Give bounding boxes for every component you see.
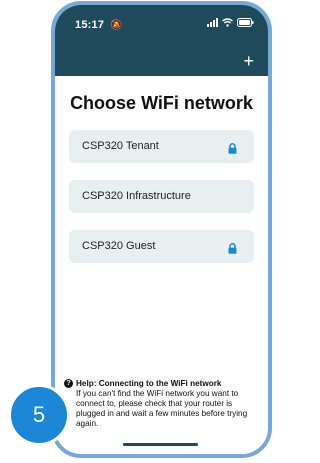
network-item-guest[interactable]: CSP320 Guest — [69, 230, 254, 263]
phone-frame: 15:17 🔕 + Choose WiFi network CSP320 Ten… — [51, 1, 272, 458]
network-item-tenant[interactable]: CSP320 Tenant — [69, 130, 254, 163]
lock-icon — [228, 141, 237, 159]
battery-icon — [237, 18, 254, 27]
add-network-button[interactable]: + — [243, 52, 254, 70]
help-body: If you can't find the WiFi network you w… — [76, 389, 248, 428]
step-number-badge: 5 — [8, 384, 70, 446]
network-list: CSP320 Tenant CSP320 Infrastructure CSP3… — [69, 130, 254, 280]
network-label: CSP320 Tenant — [82, 140, 159, 152]
status-bar-icons — [207, 18, 254, 27]
status-time-text: 15:17 — [75, 19, 105, 31]
help-section: ? Help: Connecting to the WiFi network I… — [64, 379, 256, 429]
help-title: Help: Connecting to the WiFi network — [76, 379, 222, 388]
page-title: Choose WiFi network — [70, 93, 253, 113]
app-header: 15:17 🔕 + — [55, 5, 268, 76]
home-indicator[interactable] — [123, 443, 198, 446]
bell-slash-icon: 🔕 — [110, 20, 124, 31]
cellular-signal-icon — [207, 18, 218, 27]
status-bar-time: 15:17 🔕 — [75, 19, 123, 31]
wifi-icon — [222, 18, 233, 27]
network-label: CSP320 Infrastructure — [82, 190, 191, 202]
network-item-infrastructure[interactable]: CSP320 Infrastructure — [69, 180, 254, 213]
lock-icon — [228, 241, 237, 259]
network-label: CSP320 Guest — [82, 240, 156, 252]
question-circle-icon: ? — [64, 379, 73, 388]
